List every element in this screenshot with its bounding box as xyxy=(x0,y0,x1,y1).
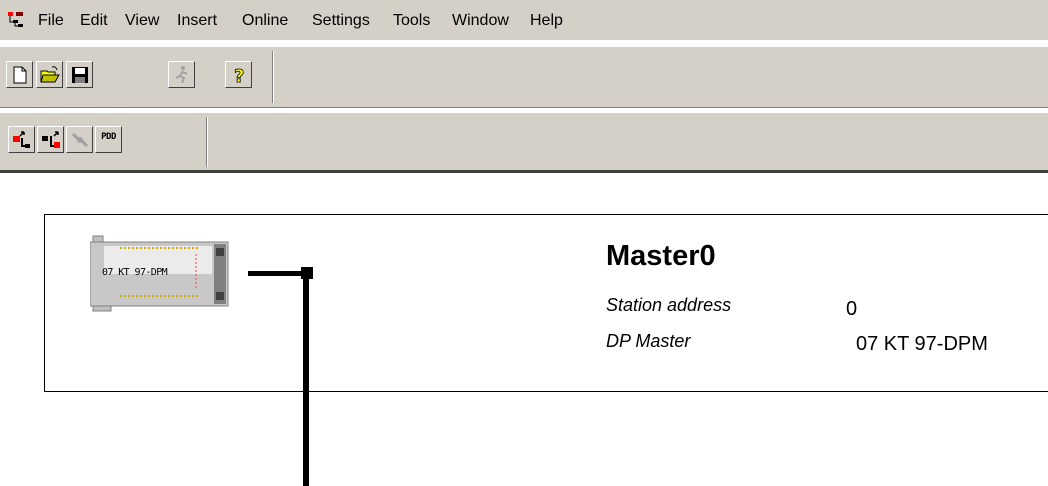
pdd-icon: PDD xyxy=(101,132,116,142)
run-figure-icon xyxy=(175,66,188,84)
help-question-icon: ? xyxy=(234,66,245,85)
plc-device-icon[interactable]: 07 KT 97-DPM xyxy=(89,234,230,314)
save-floppy-icon xyxy=(72,67,88,83)
menu-settings[interactable]: Settings xyxy=(312,11,370,31)
pdd-button[interactable]: PDD xyxy=(95,126,122,153)
connect-plug-icon xyxy=(71,132,89,148)
profibus-line[interactable] xyxy=(303,276,309,486)
menu-online[interactable]: Online xyxy=(242,11,288,31)
open-folder-icon xyxy=(40,66,60,83)
download-button[interactable] xyxy=(8,126,35,153)
menu-view[interactable]: View xyxy=(125,11,159,31)
menu-tools[interactable]: Tools xyxy=(393,11,430,31)
toolbar-separator xyxy=(0,170,1048,173)
station-address-value: 0 xyxy=(846,298,858,320)
menu-insert[interactable]: Insert xyxy=(177,11,217,31)
dp-master-label: DP Master xyxy=(606,331,691,351)
upload-icon xyxy=(42,131,60,148)
menu-window[interactable]: Window xyxy=(452,11,509,31)
save-button[interactable] xyxy=(66,61,93,88)
connect-button[interactable] xyxy=(66,126,93,153)
menu-bar: File Edit View Insert Online Settings To… xyxy=(0,0,1048,41)
menu-file[interactable]: File xyxy=(38,11,64,31)
new-icon xyxy=(13,66,27,84)
device-type-label: 07 KT 97-DPM xyxy=(102,267,168,278)
dp-master-value: 07 KT 97-DPM xyxy=(856,333,988,355)
upload-button[interactable] xyxy=(37,126,64,153)
menu-help[interactable]: Help xyxy=(530,11,563,31)
help-button[interactable]: ? xyxy=(225,61,252,88)
station-address-label: Station address xyxy=(606,295,732,315)
station-title: Master0 xyxy=(606,240,716,272)
menu-edit[interactable]: Edit xyxy=(80,11,108,31)
network-toolbar: PDD xyxy=(0,112,1048,172)
svg-text:?: ? xyxy=(234,66,244,85)
download-icon xyxy=(13,131,30,148)
standard-toolbar: ? xyxy=(0,46,1048,108)
run-button[interactable] xyxy=(168,61,195,88)
app-tree-icon[interactable] xyxy=(7,11,25,29)
open-button[interactable] xyxy=(36,61,63,88)
new-button[interactable] xyxy=(6,61,33,88)
